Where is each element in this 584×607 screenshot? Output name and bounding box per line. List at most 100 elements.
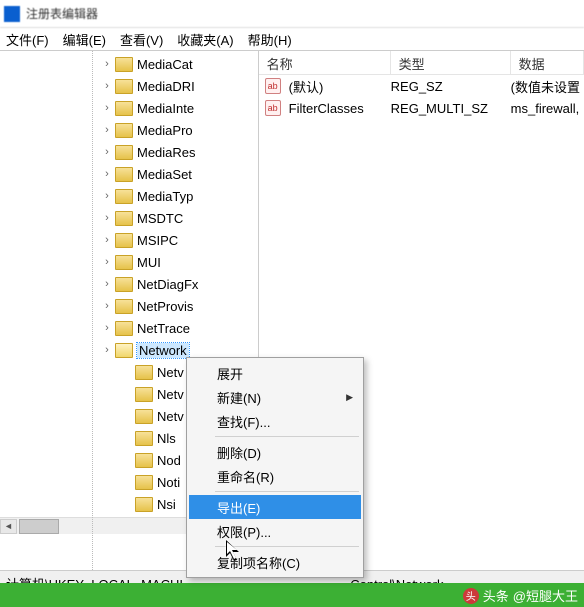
tree-toggle-icon[interactable]: › (100, 344, 114, 356)
tree-item[interactable]: › MediaDRI (100, 75, 258, 97)
list-header: 名称 类型 数据 (259, 51, 584, 75)
folder-icon (115, 167, 133, 182)
tree-toggle-icon[interactable]: › (100, 102, 114, 114)
tree-item-label: MediaSet (137, 167, 192, 182)
cell-data: ms_firewall, (507, 101, 584, 116)
folder-icon (115, 233, 133, 248)
ctx-copykey[interactable]: 复制项名称(C) (189, 550, 361, 574)
tree-item-label: MediaPro (137, 123, 193, 138)
folder-icon (115, 57, 133, 72)
folder-icon (135, 475, 153, 490)
folder-icon (115, 299, 133, 314)
scroll-left-button[interactable]: ◄ (0, 519, 17, 534)
cell-name: (默认) (285, 77, 387, 96)
ctx-export[interactable]: 导出(E) (189, 495, 361, 519)
tree-item-label: NetProvis (137, 299, 193, 314)
cell-type: REG_MULTI_SZ (387, 101, 507, 116)
tree-item-label: Network (137, 343, 189, 358)
window-title: 注册表编辑器 (26, 5, 98, 22)
tree-item-label: NetTrace (137, 321, 190, 336)
tree-toggle-icon[interactable]: › (100, 190, 114, 202)
tree-item[interactable]: › MediaCat (100, 53, 258, 75)
ctx-sep-2 (215, 491, 359, 492)
menu-view[interactable]: 查看(V) (120, 30, 163, 49)
title-bar: 注册表编辑器 (0, 0, 584, 28)
tree-item-label: MediaTyp (137, 189, 193, 204)
tree-toggle-icon[interactable]: › (100, 256, 114, 268)
string-value-icon: ab (265, 100, 281, 116)
folder-icon (115, 277, 133, 292)
folder-icon (135, 365, 153, 380)
context-menu: 展开 新建(N) 查找(F)... 删除(D) 重命名(R) 导出(E) 权限(… (186, 357, 364, 578)
ctx-delete[interactable]: 删除(D) (189, 440, 361, 464)
ctx-find[interactable]: 查找(F)... (189, 409, 361, 433)
tree-item[interactable]: › MediaPro (100, 119, 258, 141)
tree-item[interactable]: › NetTrace (100, 317, 258, 339)
scroll-thumb[interactable] (19, 519, 59, 534)
tree-toggle-icon[interactable]: › (100, 146, 114, 158)
list-body: ab(默认)REG_SZ(数值未设置abFilterClassesREG_MUL… (259, 75, 584, 119)
tree-toggle-icon[interactable]: › (100, 322, 114, 334)
tree-item-label: Nls (157, 431, 176, 446)
tree-item[interactable]: ›MSIPC (100, 229, 258, 251)
tree-item[interactable]: › NetDiagFx (100, 273, 258, 295)
ctx-rename[interactable]: 重命名(R) (189, 464, 361, 488)
tree-item-label: Netv (157, 387, 184, 402)
tree-toggle-icon[interactable]: › (100, 278, 114, 290)
tree-item-label: Netv (157, 365, 184, 380)
tree-item-label: MediaCat (137, 57, 193, 72)
tree-item-label: MediaRes (137, 145, 196, 160)
tree-item-label: MSDTC (137, 211, 183, 226)
tree-item-label: Nsi (157, 497, 176, 512)
tree-item-label: MediaDRI (137, 79, 195, 94)
tree-item-label: Noti (157, 475, 180, 490)
tree-toggle-icon[interactable]: › (100, 58, 114, 70)
tree-item[interactable]: › MUI (100, 251, 258, 273)
list-row[interactable]: ab(默认)REG_SZ(数值未设置 (259, 75, 584, 97)
app-icon (4, 6, 20, 22)
ctx-permissions[interactable]: 权限(P)... (189, 519, 361, 543)
tree-toggle-icon[interactable]: › (100, 234, 114, 246)
menu-favorites[interactable]: 收藏夹(A) (177, 30, 233, 49)
tree-toggle-icon[interactable]: › (100, 124, 114, 136)
folder-icon (135, 409, 153, 424)
folder-icon (135, 453, 153, 468)
folder-icon (115, 79, 133, 94)
watermark-prefix: 头条 (483, 586, 509, 605)
ctx-sep-1 (215, 436, 359, 437)
tree-item[interactable]: ›MediaInte (100, 97, 258, 119)
tree-item-label: NetDiagFx (137, 277, 198, 292)
col-name[interactable]: 名称 (259, 51, 391, 74)
col-data[interactable]: 数据 (511, 51, 584, 74)
tree-item[interactable]: › MSDTC (100, 207, 258, 229)
tree-toggle-icon[interactable]: › (100, 80, 114, 92)
tree-item[interactable]: › MediaTyp (100, 185, 258, 207)
tree-toggle-icon[interactable]: › (100, 300, 114, 312)
tree-item[interactable]: › NetProvis (100, 295, 258, 317)
folder-icon (135, 497, 153, 512)
folder-icon (115, 145, 133, 160)
folder-icon (115, 101, 133, 116)
tree-toggle-icon[interactable]: › (100, 212, 114, 224)
watermark-icon: 头 (463, 588, 479, 604)
menu-file[interactable]: 文件(F) (6, 30, 49, 49)
menu-help[interactable]: 帮助(H) (248, 30, 292, 49)
folder-icon (115, 255, 133, 270)
tree-item-label: MUI (137, 255, 161, 270)
list-row[interactable]: ab FilterClassesREG_MULTI_SZms_firewall, (259, 97, 584, 119)
ctx-expand[interactable]: 展开 (189, 361, 361, 385)
string-value-icon: ab (265, 78, 281, 94)
folder-icon (115, 343, 133, 358)
tree-item-label: Nod (157, 453, 181, 468)
folder-icon (115, 321, 133, 336)
folder-icon (115, 189, 133, 204)
ctx-new[interactable]: 新建(N) (189, 385, 361, 409)
menu-edit[interactable]: 编辑(E) (63, 30, 106, 49)
tree-item-label: Netv (157, 409, 184, 424)
cell-type: REG_SZ (387, 79, 507, 94)
col-type[interactable]: 类型 (391, 51, 511, 74)
tree-toggle-icon[interactable]: › (100, 168, 114, 180)
cell-name: FilterClasses (285, 101, 387, 116)
tree-item[interactable]: › MediaRes (100, 141, 258, 163)
tree-item[interactable]: › MediaSet (100, 163, 258, 185)
